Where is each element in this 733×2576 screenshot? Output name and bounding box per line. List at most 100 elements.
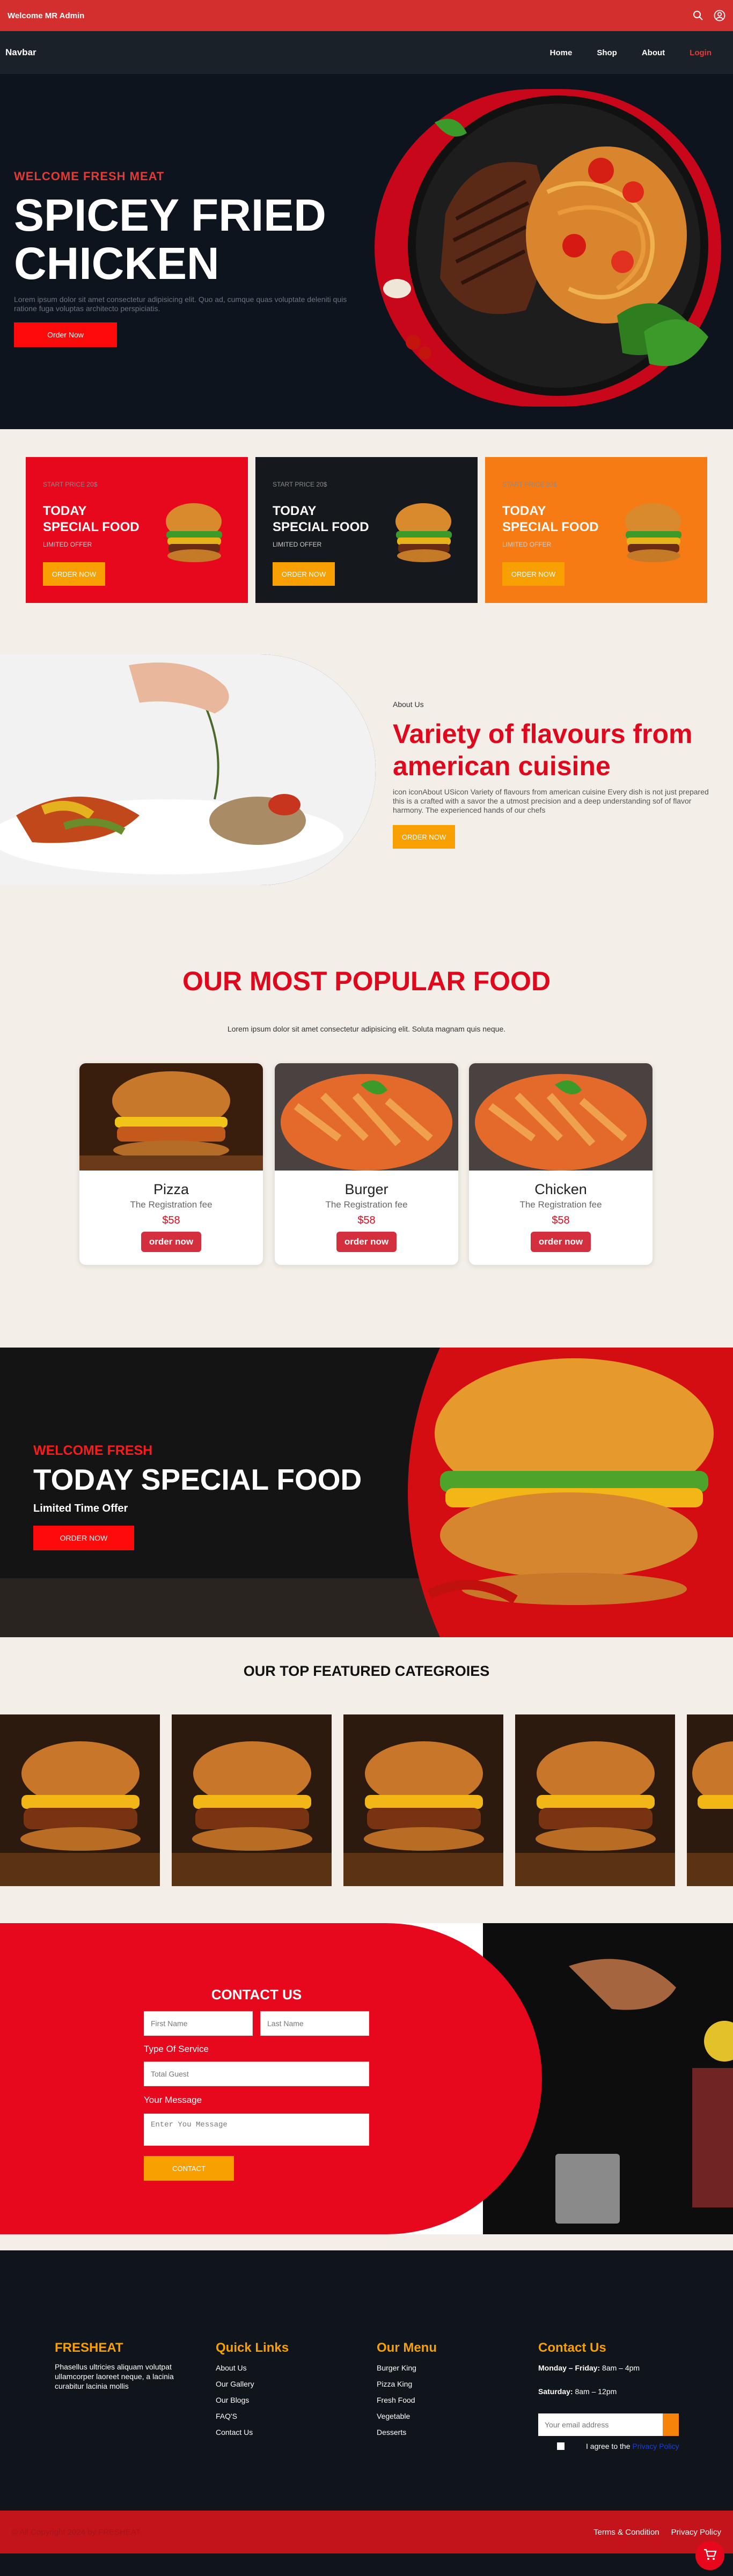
promo-start-price: START PRICE 20$ [43, 481, 98, 488]
food-card-price: $58 [552, 1215, 570, 1226]
footer-quick-link[interactable]: Contact Us [216, 2427, 253, 2437]
terms-link[interactable]: Terms & Condition [593, 2528, 659, 2537]
weekday-label: Monday – Friday: [538, 2364, 600, 2372]
about-order-button[interactable]: ORDER NOW [393, 825, 455, 849]
footer-menu-link[interactable]: Vegetable [377, 2411, 410, 2421]
food-card-order-button[interactable]: order now [336, 1232, 397, 1252]
special-kicker: WELCOME FRESH [33, 1443, 153, 1458]
footer-quick-link[interactable]: About Us [216, 2363, 247, 2373]
total-guest-field[interactable]: Total Guest [144, 2062, 369, 2086]
cart-icon [703, 2548, 717, 2564]
food-card-price: $58 [357, 1215, 376, 1226]
nav-shop[interactable]: Shop [597, 48, 617, 57]
message-label: Your Message [144, 2095, 202, 2105]
privacy-link[interactable]: Privacy Policy [671, 2528, 721, 2537]
food-card-fee-label: The Registration fee [130, 1199, 212, 1210]
hero-order-button[interactable]: Order Now [14, 322, 117, 347]
first-name-field[interactable]: First Name [144, 2011, 253, 2036]
food-card-order-button[interactable]: order now [531, 1232, 591, 1252]
food-card-order-button[interactable]: order now [141, 1232, 201, 1252]
pasta-image [275, 1063, 458, 1171]
privacy-policy-link[interactable]: Privacy Policy [632, 2442, 679, 2450]
top-bar: Welcome MR Admin [0, 0, 733, 31]
promo-title-line2: SPECIAL FOOD [502, 520, 599, 534]
nav-home[interactable]: Home [550, 48, 573, 57]
footer-quick-link[interactable]: FAQ'S [216, 2411, 237, 2421]
agree-text: I agree to the Privacy Policy [586, 2441, 679, 2451]
categories-title: OUR TOP FEATURED CATEGROIES [243, 1663, 490, 1679]
special-limited: Limited Time Offer [33, 1503, 128, 1514]
contact-submit-button[interactable]: CONTACT [144, 2156, 234, 2181]
service-type-label: Type Of Service [144, 2044, 209, 2054]
category-card[interactable] [515, 1714, 675, 1886]
nav-links: Home Shop About Login [550, 48, 712, 57]
contact-section: CONTACT US First Name Last Name Type Of … [0, 1923, 733, 2234]
copyright-bar: © All Copyright 2024 by FRESHEAT Terms &… [0, 2511, 733, 2553]
burger-image [166, 503, 222, 562]
hero-plate-image [375, 89, 721, 407]
special-order-button[interactable]: ORDER NOW [33, 1526, 134, 1550]
footer-quick-link[interactable]: Our Gallery [216, 2379, 254, 2389]
contact-title: CONTACT US [211, 1986, 302, 2003]
nav-login[interactable]: Login [690, 48, 712, 57]
burger-image [79, 1063, 263, 1171]
promo-card-3: START PRICE 20$ TODAY SPECIAL FOOD LIMITE… [485, 457, 707, 603]
food-card-fee-label: The Registration fee [519, 1199, 602, 1210]
hero-description: Lorem ipsum dolor sit amet consectetur a… [14, 295, 347, 313]
navbar: Navbar Home Shop About Login [0, 31, 733, 74]
promo-title-line1: TODAY [43, 504, 87, 518]
promo-order-button[interactable]: ORDER NOW [273, 562, 335, 586]
footer-brand-text: Phasellus ultricies aliquam volutpat ull… [55, 2362, 174, 2390]
agree-checkbox[interactable] [557, 2442, 565, 2450]
burger-image [625, 503, 681, 562]
footer-menu-link[interactable]: Burger King [377, 2363, 416, 2373]
newsletter-submit-button[interactable] [663, 2413, 679, 2436]
food-card-pizza: Pizza The Registration fee $58 order now [79, 1063, 263, 1265]
saturday-label: Saturday: [538, 2387, 573, 2396]
footer-menu-link[interactable]: Fresh Food [377, 2395, 415, 2405]
newsletter-email-input[interactable]: Your email address [538, 2413, 666, 2436]
user-icon[interactable] [714, 10, 725, 21]
footer: FRESHEAT Phasellus ultricies aliquam vol… [0, 2250, 733, 2511]
hero-title: SPICEY FRIED CHICKEN [14, 191, 357, 288]
category-card[interactable] [0, 1714, 160, 1886]
about-title: Variety of flavours from american cuisin… [393, 719, 693, 781]
last-name-field[interactable]: Last Name [260, 2011, 369, 2036]
welcome-text: Welcome MR Admin [8, 11, 85, 20]
footer-menu-link[interactable]: Pizza King [377, 2379, 412, 2389]
promo-title: TODAY SPECIAL FOOD [502, 503, 599, 535]
search-icon[interactable] [692, 10, 704, 21]
category-card[interactable] [172, 1714, 332, 1886]
food-card-fee-label: The Registration fee [325, 1199, 408, 1210]
hero-title-line2: CHICKEN [14, 238, 219, 289]
weekday-time: 8am – 4pm [600, 2364, 640, 2372]
promo-card-1: START PRICE 20$ TODAY SPECIAL FOOD LIMITE… [26, 457, 248, 603]
promo-start-price: START PRICE 20$ [273, 481, 327, 488]
special-section: WELCOME FRESH TODAY SPECIAL FOOD Limited… [0, 1348, 733, 1637]
message-field[interactable]: Enter You Message [144, 2114, 369, 2146]
promo-card-2: START PRICE 20$ TODAY SPECIAL FOOD LIMITE… [255, 457, 478, 603]
hero-title-line1: SPICEY FRIED [14, 190, 326, 240]
popular-subtitle: Lorem ipsum dolor sit amet consectetur a… [227, 1025, 506, 1033]
footer-menu-title: Our Menu [377, 2341, 437, 2355]
food-card-name: Burger [344, 1181, 389, 1197]
about-image [0, 654, 376, 885]
navbar-brand[interactable]: Navbar [5, 47, 36, 58]
footer-menu-link[interactable]: Desserts [377, 2427, 406, 2437]
promo-order-button[interactable]: ORDER NOW [502, 562, 565, 586]
footer-contact-title: Contact Us [538, 2341, 606, 2355]
category-card[interactable] [687, 1714, 733, 1886]
nav-about[interactable]: About [642, 48, 665, 57]
hero-section: WELCOME FRESH MEAT SPICEY FRIED CHICKEN L… [0, 74, 733, 429]
promo-title: TODAY SPECIAL FOOD [273, 503, 369, 535]
promo-order-button[interactable]: ORDER NOW [43, 562, 105, 586]
promo-title: TODAY SPECIAL FOOD [43, 503, 140, 535]
footer-quick-link[interactable]: Our Blogs [216, 2395, 249, 2405]
cart-button[interactable] [695, 2541, 724, 2570]
food-card-name: Pizza [153, 1181, 189, 1197]
promo-title-line2: SPECIAL FOOD [43, 520, 140, 534]
promo-limited: LIMITED OFFER [502, 541, 552, 548]
category-card[interactable] [343, 1714, 503, 1886]
food-card-price: $58 [162, 1215, 180, 1226]
footer-hours-saturday: Saturday: 8am – 12pm [538, 2387, 617, 2396]
